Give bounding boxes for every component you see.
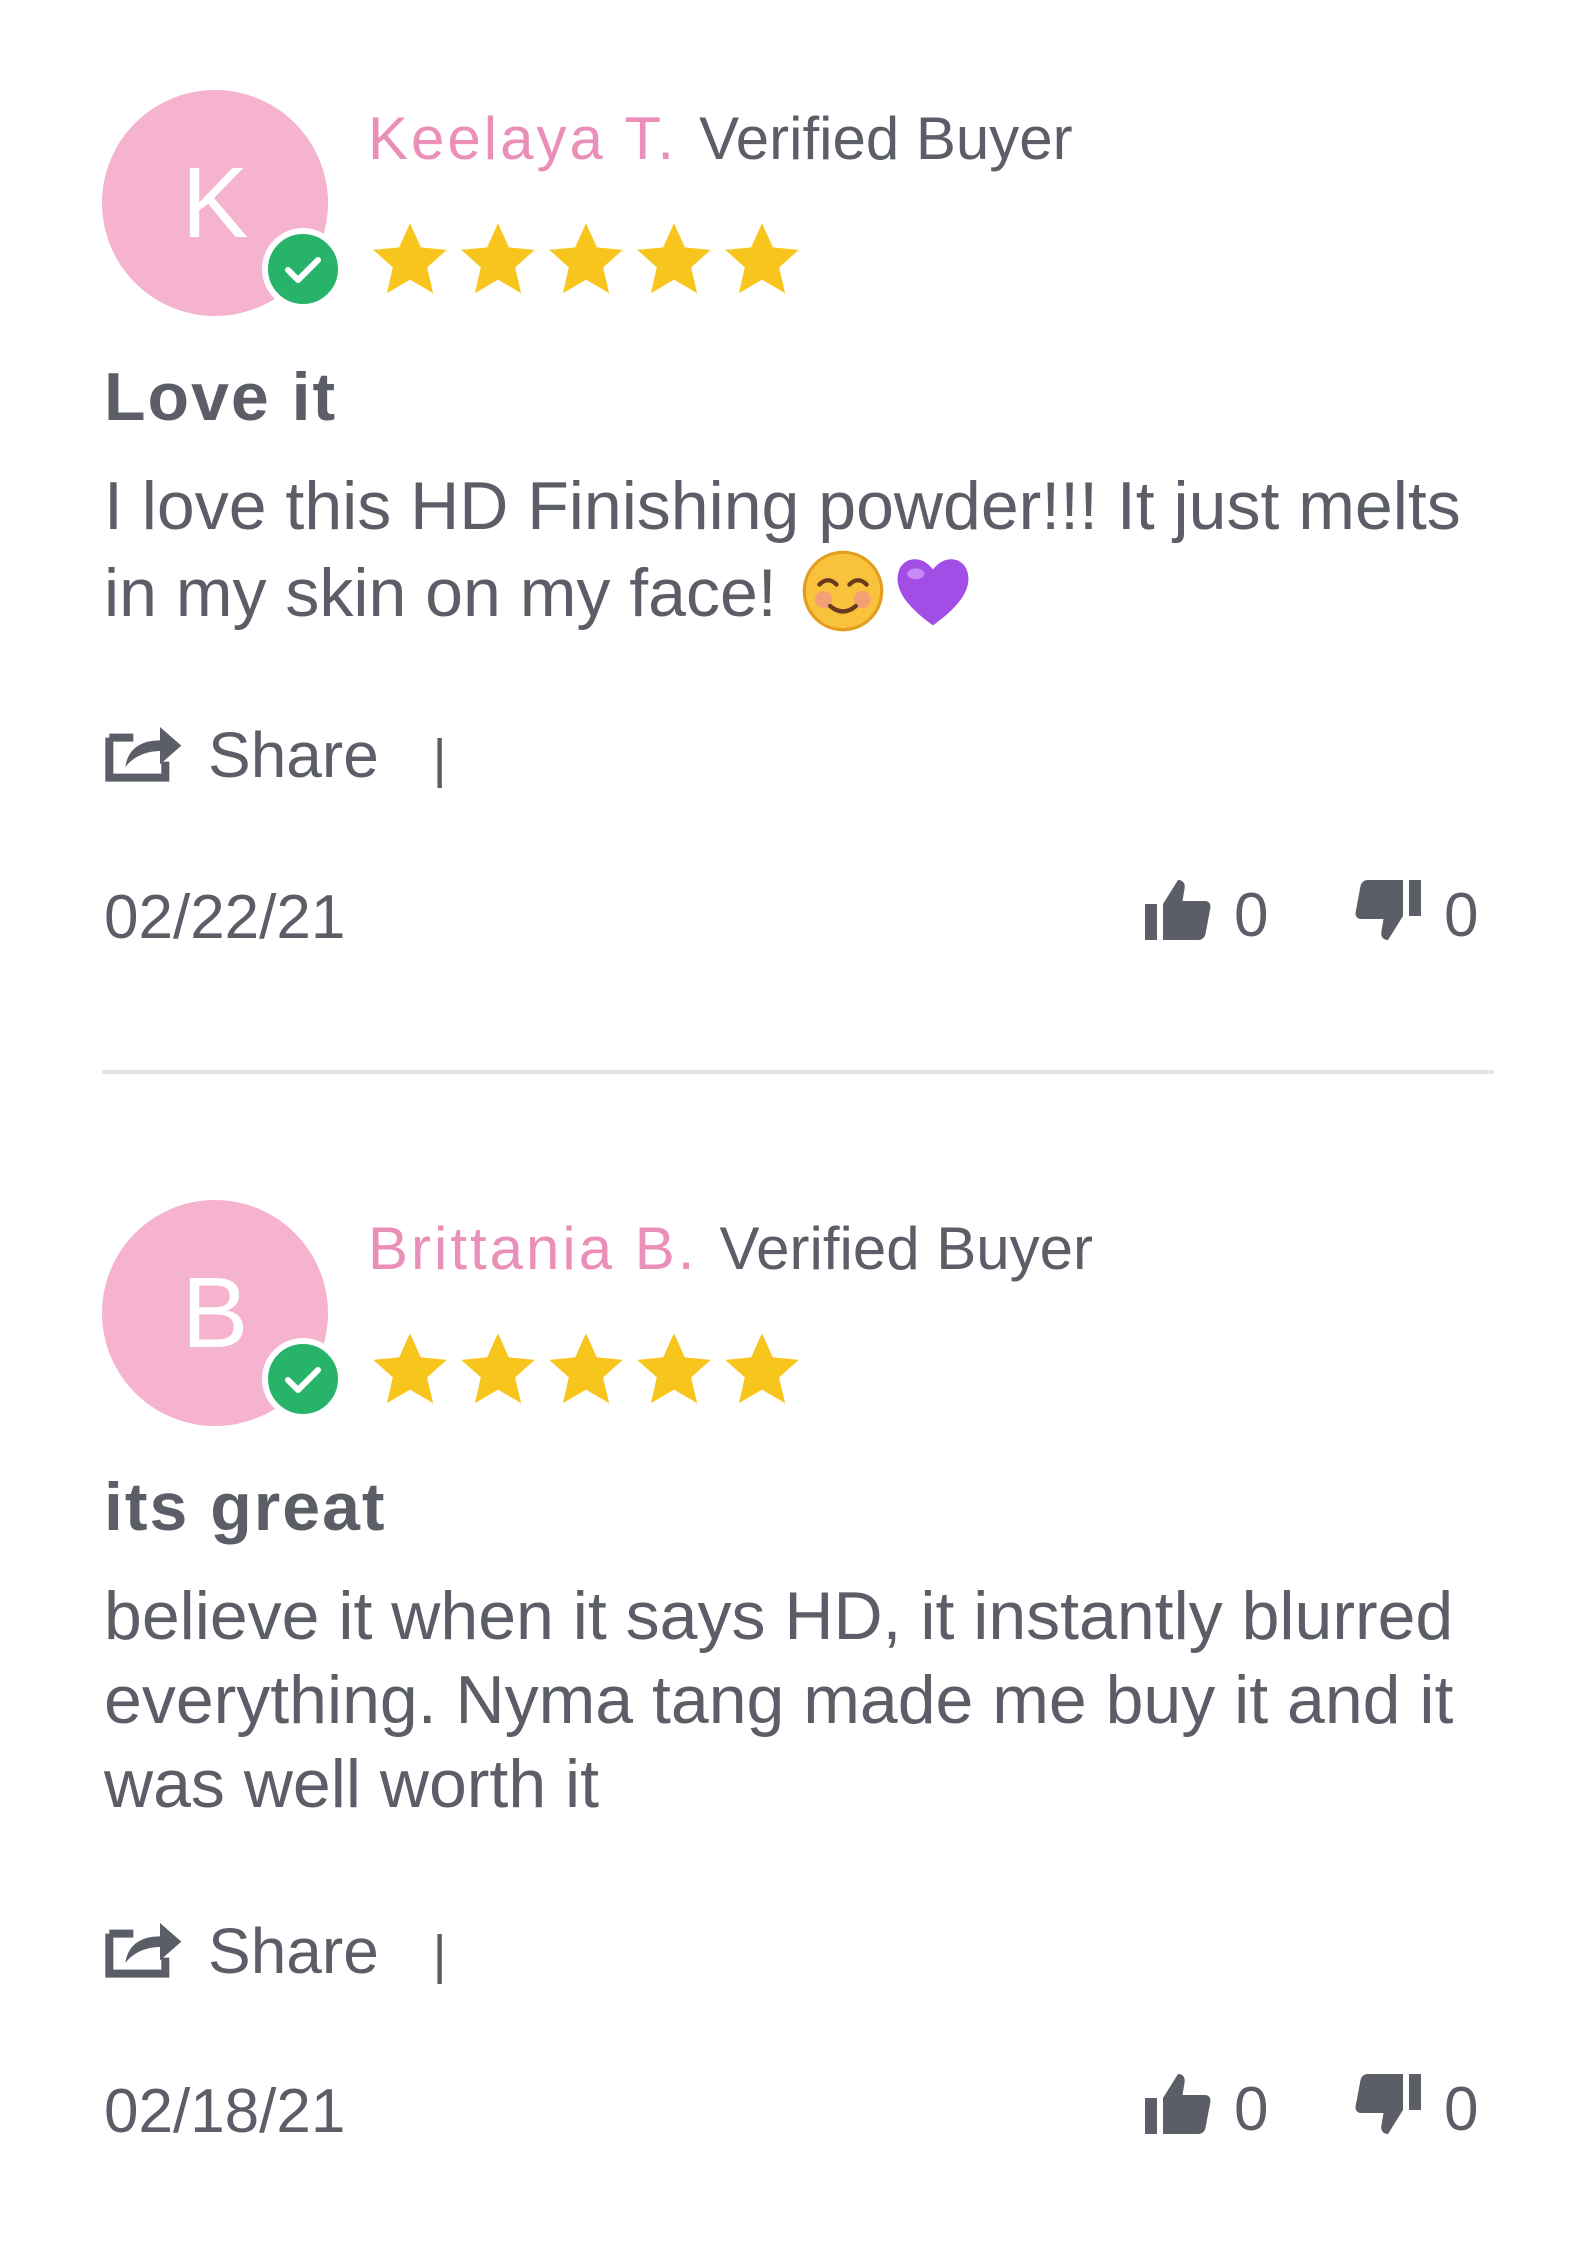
review-title: Love it xyxy=(104,359,338,435)
share-button[interactable]: Share xyxy=(104,1915,397,1987)
thumbs-down-count: 0 xyxy=(1444,881,1479,950)
purple-heart-emoji xyxy=(897,559,969,626)
share-label: Share xyxy=(208,1915,379,1987)
verified-check-icon xyxy=(262,1338,344,1420)
star-rating xyxy=(368,1328,808,1412)
star-icon xyxy=(637,1333,711,1404)
review-date: 02/18/21 xyxy=(104,2077,346,2146)
share-row: Share | xyxy=(104,718,447,792)
star-icon xyxy=(461,1333,535,1404)
star-icon xyxy=(725,223,799,294)
verified-buyer-label: Verified Buyer xyxy=(699,105,1073,172)
reviewer-name[interactable]: Brittania B. xyxy=(368,1215,697,1282)
star-icon xyxy=(637,223,711,294)
reviewer-line: Brittania B. Verified Buyer xyxy=(368,1214,1093,1283)
share-label: Share xyxy=(208,719,379,791)
thumbs-down-count: 0 xyxy=(1444,2075,1479,2144)
reviewer-name[interactable]: Keelaya T. xyxy=(368,105,677,172)
star-icon xyxy=(549,223,623,294)
star-icon xyxy=(549,1333,623,1404)
review-date: 02/22/21 xyxy=(104,883,346,952)
thumbs-up-icon xyxy=(1145,880,1211,940)
thumbs-up-count: 0 xyxy=(1234,2075,1269,2144)
thumbs-up-icon xyxy=(1145,2074,1211,2134)
review-divider xyxy=(102,1070,1494,1074)
review-title: its great xyxy=(104,1469,387,1545)
share-icon xyxy=(105,727,182,782)
star-icon xyxy=(725,1333,799,1404)
separator: | xyxy=(432,729,447,789)
verified-buyer-label: Verified Buyer xyxy=(719,1215,1094,1282)
review-text: believe it when it says HD, it instantly… xyxy=(104,1578,1454,1822)
review-body: believe it when it says HD, it instantly… xyxy=(104,1574,1484,1826)
star-icon xyxy=(373,1333,447,1404)
separator: | xyxy=(432,1925,447,1985)
thumbs-down-icon xyxy=(1355,880,1421,940)
relieved-face-emoji xyxy=(802,550,883,632)
share-icon xyxy=(105,1923,182,1978)
star-rating xyxy=(368,218,808,302)
review-body: I love this HD Finishing powder!!! It ju… xyxy=(104,464,1484,635)
thumbs-up-button[interactable]: 0 xyxy=(1142,2068,1268,2145)
share-row: Share | xyxy=(104,1914,447,1988)
thumbs-up-button[interactable]: 0 xyxy=(1142,874,1268,951)
verified-check-icon xyxy=(262,228,344,310)
star-icon xyxy=(373,223,447,294)
reviewer-line: Keelaya T. Verified Buyer xyxy=(368,104,1073,173)
star-icon xyxy=(461,223,535,294)
thumbs-down-button[interactable]: 0 xyxy=(1352,874,1478,951)
thumbs-down-button[interactable]: 0 xyxy=(1352,2068,1478,2145)
review-text: I love this HD Finishing powder!!! It ju… xyxy=(104,468,1461,631)
thumbs-down-icon xyxy=(1355,2074,1421,2134)
share-button[interactable]: Share xyxy=(104,719,397,791)
thumbs-up-count: 0 xyxy=(1234,881,1269,950)
